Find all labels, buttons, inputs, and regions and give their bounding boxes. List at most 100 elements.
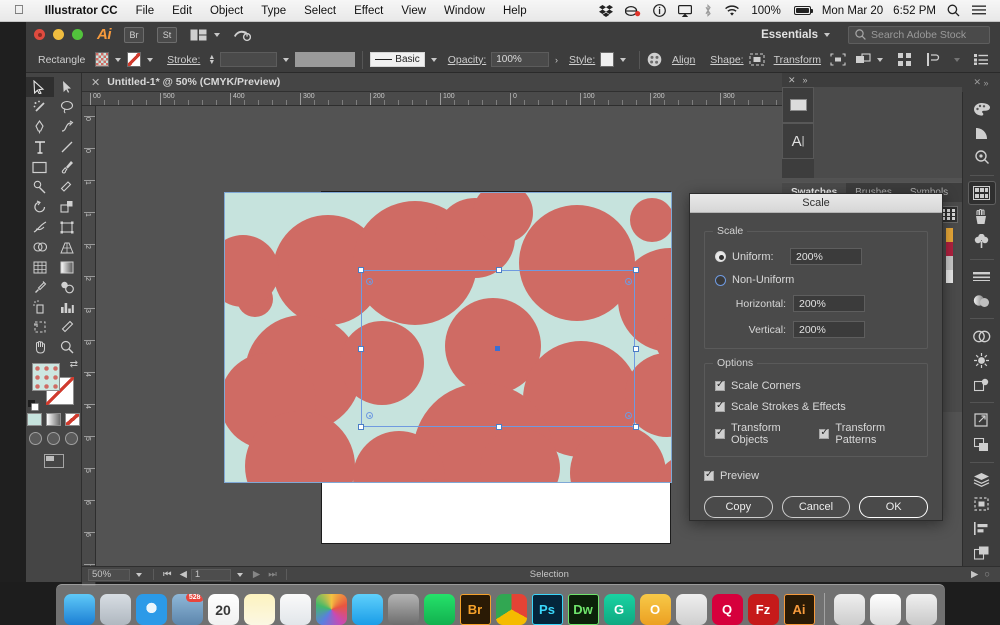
- menu-help[interactable]: Help: [494, 5, 536, 17]
- info-icon[interactable]: [647, 4, 672, 17]
- magic-wand-tool[interactable]: [26, 97, 54, 117]
- chevron-down-icon[interactable]: [147, 58, 153, 62]
- trash-icon[interactable]: [906, 594, 937, 625]
- menu-edit[interactable]: Edit: [163, 5, 201, 17]
- rotate-handle-top-right[interactable]: [625, 278, 632, 285]
- appearance-panel-icon[interactable]: [969, 374, 995, 396]
- symbol-sprayer-tool[interactable]: [26, 297, 54, 317]
- gradient-panel-icon[interactable]: [969, 290, 995, 312]
- preview-checkbox[interactable]: [704, 471, 714, 481]
- menu-window[interactable]: Window: [435, 5, 494, 17]
- uniform-row[interactable]: Uniform: 200%: [715, 248, 917, 265]
- close-panel-icon[interactable]: ✕: [973, 77, 981, 88]
- menu-object[interactable]: Object: [201, 5, 252, 17]
- calendar-icon[interactable]: 20: [208, 594, 239, 625]
- zoom-tool[interactable]: [54, 337, 82, 357]
- opera-icon[interactable]: O: [640, 594, 671, 625]
- horizontal-row[interactable]: Horizontal: 200%: [715, 295, 917, 312]
- lasso-tool[interactable]: [54, 97, 82, 117]
- draw-inside-button[interactable]: [65, 432, 78, 445]
- handle-middle-left[interactable]: [358, 346, 364, 352]
- eraser-tool[interactable]: [54, 177, 82, 197]
- scale-dialog[interactable]: Scale Scale Uniform: 200% Non-Uniform Ho…: [689, 193, 943, 521]
- layers-panel-icon[interactable]: [920, 53, 948, 66]
- rotate-handle-bottom-left[interactable]: [366, 412, 373, 419]
- brushes-panel-icon[interactable]: [969, 206, 995, 228]
- nonuniform-row[interactable]: Non-Uniform: [715, 274, 917, 286]
- line-segment-tool[interactable]: [54, 137, 82, 157]
- menu-app-name[interactable]: Illustrator CC: [36, 5, 127, 17]
- chevron-down-icon[interactable]: [115, 58, 121, 62]
- minimize-window-button[interactable]: [53, 29, 64, 40]
- chrome-icon[interactable]: [496, 594, 527, 625]
- default-fill-stroke-icon[interactable]: [28, 398, 39, 409]
- handle-middle-right[interactable]: [633, 346, 639, 352]
- dreamweaver-icon[interactable]: Dw: [568, 594, 599, 625]
- scale-strokes-checkbox[interactable]: [715, 402, 725, 412]
- export-panel-icon[interactable]: [969, 409, 995, 431]
- previous-artboard-icon[interactable]: ◀: [176, 569, 191, 580]
- opacity-expand-icon[interactable]: ›: [549, 55, 564, 65]
- align-label[interactable]: Align: [662, 54, 705, 66]
- rotate-tool[interactable]: [26, 197, 54, 217]
- paintbrush-tool[interactable]: [54, 157, 82, 177]
- selection-bounding-box[interactable]: [361, 270, 635, 427]
- rotate-handle-bottom-right[interactable]: [625, 412, 632, 419]
- arrange-objects-icon[interactable]: [855, 53, 871, 66]
- document-setup-icon[interactable]: [966, 54, 1000, 65]
- align-panel-icon[interactable]: [969, 517, 995, 539]
- scale-corners-checkbox[interactable]: [715, 381, 725, 391]
- chevron-down-icon[interactable]: [877, 58, 883, 62]
- color-panel-icon[interactable]: [782, 87, 814, 123]
- shape-builder-tool[interactable]: [26, 237, 54, 257]
- creative-cloud-libraries-icon[interactable]: [969, 325, 995, 347]
- artboard-number-input[interactable]: 1: [191, 569, 231, 581]
- layers-panel-icon[interactable]: [969, 469, 995, 491]
- eyedropper-tool[interactable]: [26, 277, 54, 297]
- transparency-panel-icon[interactable]: [969, 350, 995, 372]
- none-button[interactable]: [65, 413, 80, 426]
- draw-normal-button[interactable]: [29, 432, 42, 445]
- system-preferences-icon[interactable]: [388, 594, 419, 625]
- handle-top-left[interactable]: [358, 267, 364, 273]
- notes-icon[interactable]: [244, 594, 275, 625]
- graphic-style-swatch[interactable]: [600, 52, 614, 67]
- shaper-tool[interactable]: [26, 177, 54, 197]
- draw-behind-button[interactable]: [47, 432, 60, 445]
- copy-button[interactable]: Copy: [704, 496, 773, 518]
- mesh-tool[interactable]: [26, 257, 54, 277]
- menu-view[interactable]: View: [392, 5, 435, 17]
- sync-settings-icon[interactable]: [233, 28, 251, 42]
- chevron-down-icon[interactable]: [954, 58, 960, 62]
- bluetooth-icon[interactable]: [698, 4, 718, 17]
- menu-file[interactable]: File: [127, 5, 164, 17]
- status-resize-grip[interactable]: ○: [982, 569, 1000, 580]
- airplay-icon[interactable]: [672, 5, 698, 17]
- vertical-input[interactable]: 200%: [793, 321, 865, 338]
- brush-definition-select[interactable]: Basic: [370, 52, 425, 67]
- nonuniform-radio[interactable]: [715, 275, 726, 286]
- swap-fill-stroke-icon[interactable]: ⇄: [70, 359, 78, 370]
- expand-icon[interactable]: »: [803, 75, 808, 85]
- handle-bottom-right[interactable]: [633, 424, 639, 430]
- next-artboard-icon[interactable]: ▶: [249, 569, 264, 580]
- safari-icon[interactable]: [136, 594, 167, 625]
- vertical-ruler[interactable]: 0011223344556677: [82, 106, 96, 586]
- slice-tool[interactable]: [54, 317, 82, 337]
- chevron-down-icon[interactable]: [237, 573, 243, 577]
- free-transform-tool[interactable]: [54, 217, 82, 237]
- transform-center-point[interactable]: [495, 346, 500, 351]
- direct-selection-tool[interactable]: [54, 77, 82, 97]
- spotify-icon[interactable]: [424, 594, 455, 625]
- finder-icon[interactable]: [64, 594, 95, 625]
- scale-tool[interactable]: [54, 197, 82, 217]
- type-tool[interactable]: [26, 137, 54, 157]
- hand-tool[interactable]: [26, 337, 54, 357]
- menu-select[interactable]: Select: [295, 5, 345, 17]
- close-window-button[interactable]: [34, 29, 45, 40]
- scale-strokes-row[interactable]: Scale Strokes & Effects: [715, 401, 917, 413]
- spotlight-search-icon[interactable]: [941, 4, 966, 17]
- adobe-stock-button[interactable]: St: [157, 27, 177, 43]
- maximize-window-button[interactable]: [72, 29, 83, 40]
- menu-effect[interactable]: Effect: [345, 5, 392, 17]
